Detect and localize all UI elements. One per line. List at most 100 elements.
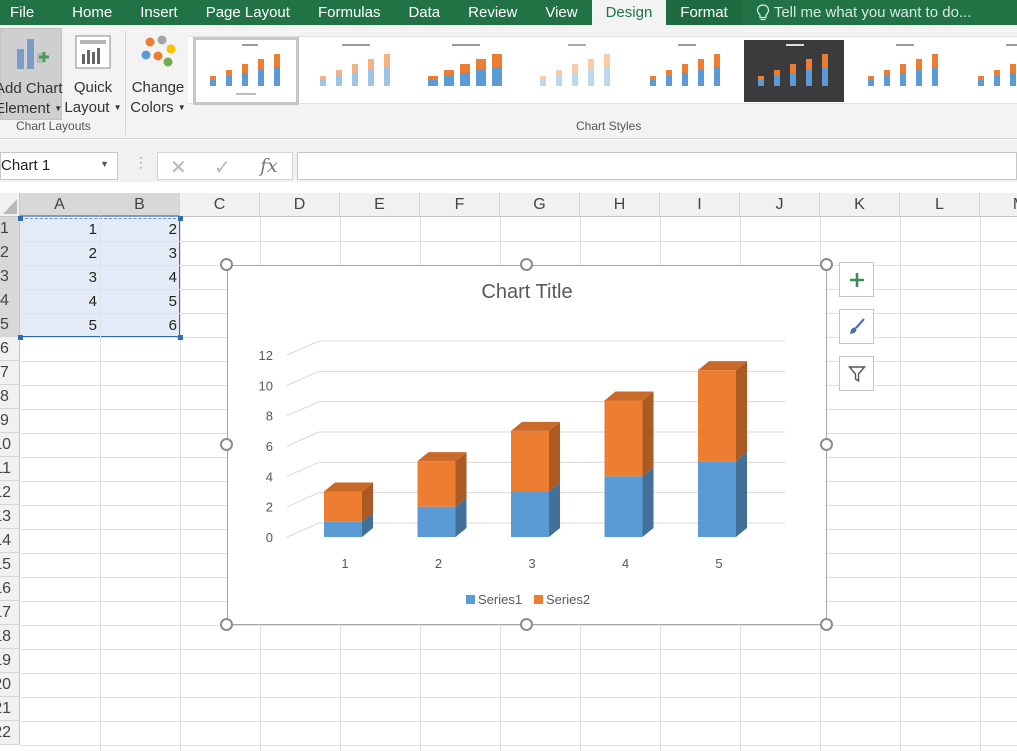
row-header-16[interactable]: 16 — [0, 577, 20, 601]
chart-object[interactable]: Chart Title 0 2 4 6 8 10 12 1 2 3 4 5 Series1 Series2 — [227, 265, 827, 625]
tab-view[interactable]: View — [531, 0, 591, 25]
row-header-15[interactable]: 15 — [0, 553, 20, 577]
tab-page-layout[interactable]: Page Layout — [192, 0, 304, 25]
row-header-21[interactable]: 21 — [0, 697, 20, 721]
column-header-h[interactable]: H — [580, 193, 660, 217]
chart-resize-handle[interactable] — [520, 258, 533, 271]
chart-gridline-side — [286, 401, 320, 417]
row-header-3[interactable]: 3 — [0, 265, 20, 289]
chart-styles-button[interactable] — [839, 309, 874, 344]
cell-b2[interactable]: 3 — [100, 242, 180, 266]
row-header-2[interactable]: 2 — [0, 241, 20, 265]
cell-a2[interactable]: 2 — [20, 242, 100, 266]
tab-home[interactable]: Home — [58, 0, 126, 25]
chart-style-1-preview — [210, 44, 280, 95]
row-header-10[interactable]: 10 — [0, 433, 20, 457]
tell-me-search[interactable]: Tell me what you want to do... — [742, 0, 971, 25]
column-header-i[interactable]: I — [660, 193, 740, 217]
change-colors-button[interactable]: Change Colors ▼ — [130, 28, 186, 120]
formula-input[interactable] — [297, 152, 1017, 180]
row-header-18[interactable]: 18 — [0, 625, 20, 649]
selection-handle[interactable] — [18, 335, 23, 340]
row-header-13[interactable]: 13 — [0, 505, 20, 529]
cell-a1[interactable]: 1 — [20, 218, 100, 242]
chart-filters-button[interactable] — [839, 356, 874, 391]
cell-a3[interactable]: 3 — [20, 266, 100, 290]
chart-resize-handle[interactable] — [220, 258, 233, 271]
chart-style-5[interactable] — [636, 40, 736, 102]
tab-design[interactable]: Design — [591, 0, 667, 25]
tab-file[interactable]: File — [0, 0, 58, 25]
column-header-j[interactable]: J — [740, 193, 820, 217]
row-header-19[interactable]: 19 — [0, 649, 20, 673]
column-header-d[interactable]: D — [260, 193, 340, 217]
name-box[interactable]: Chart 1 ▼ — [0, 152, 118, 180]
column-header-a[interactable]: A — [20, 193, 100, 217]
add-chart-element-button[interactable]: Add Chart Element ▼ — [0, 28, 63, 120]
selection-handle[interactable] — [18, 216, 23, 221]
chart-resize-handle[interactable] — [220, 618, 233, 631]
row-header-8[interactable]: 8 — [0, 385, 20, 409]
cell-b3[interactable]: 4 — [100, 266, 180, 290]
chart-resize-handle[interactable] — [820, 618, 833, 631]
chart-style-2[interactable] — [306, 40, 406, 102]
ribbon-divider — [125, 31, 126, 135]
row-header-9[interactable]: 9 — [0, 409, 20, 433]
tab-review[interactable]: Review — [454, 0, 531, 25]
quick-layout-button[interactable]: Quick Layout ▼ — [64, 28, 122, 120]
row-header-5[interactable]: 5 — [0, 313, 20, 337]
chart-style-4[interactable] — [526, 40, 626, 102]
bar-series2-1 — [324, 491, 362, 522]
chart-resize-handle[interactable] — [820, 438, 833, 451]
cell-a5[interactable]: 5 — [20, 314, 100, 338]
row-header-20[interactable]: 20 — [0, 673, 20, 697]
chart-resize-handle[interactable] — [520, 618, 533, 631]
bar-series1-4 — [604, 476, 643, 537]
column-header-g[interactable]: G — [500, 193, 580, 217]
tab-format[interactable]: Format — [666, 0, 742, 25]
chart-style-7[interactable] — [854, 40, 954, 102]
chevron-down-icon[interactable]: ▼ — [100, 159, 109, 169]
row-header-4[interactable]: 4 — [0, 289, 20, 313]
insert-function-icon[interactable]: fx — [260, 155, 278, 177]
row-header-6[interactable]: 6 — [0, 337, 20, 361]
tab-formulas[interactable]: Formulas — [304, 0, 395, 25]
column-header-k[interactable]: K — [820, 193, 900, 217]
cancel-icon[interactable]: ✕ — [170, 155, 187, 180]
cell-b1[interactable]: 2 — [100, 218, 180, 242]
column-header-m[interactable]: M — [980, 193, 1017, 217]
column-header-e[interactable]: E — [340, 193, 420, 217]
chart-style-1[interactable] — [193, 37, 299, 105]
tab-insert[interactable]: Insert — [126, 0, 192, 25]
chart-resize-handle[interactable] — [820, 258, 833, 271]
column-header-b[interactable]: B — [100, 193, 180, 217]
chart-gridline-side — [286, 370, 320, 386]
row-header-1[interactable]: 1 — [0, 217, 20, 241]
column-header-l[interactable]: L — [900, 193, 980, 217]
chart-title[interactable]: Chart Title — [228, 281, 826, 304]
grid-row-line — [20, 673, 1017, 674]
row-header-14[interactable]: 14 — [0, 529, 20, 553]
chart-style-8[interactable] — [964, 40, 1017, 102]
check-icon[interactable]: ✓ — [214, 155, 231, 180]
selection-handle[interactable] — [178, 335, 183, 340]
selection-handle[interactable] — [178, 216, 183, 221]
row-header-7[interactable]: 7 — [0, 361, 20, 385]
chevron-down-icon: ▼ — [54, 104, 63, 114]
row-header-22[interactable]: 22 — [0, 721, 20, 745]
chart-elements-button[interactable] — [839, 262, 874, 297]
cell-b5[interactable]: 6 — [100, 314, 180, 338]
row-header-11[interactable]: 11 — [0, 457, 20, 481]
select-all-corner[interactable] — [0, 193, 20, 217]
column-header-c[interactable]: C — [180, 193, 260, 217]
tab-data[interactable]: Data — [394, 0, 454, 25]
chart-style-5-preview — [650, 44, 720, 86]
row-header-17[interactable]: 17 — [0, 601, 20, 625]
chart-resize-handle[interactable] — [220, 438, 233, 451]
chart-style-3[interactable] — [416, 40, 516, 102]
row-header-12[interactable]: 12 — [0, 481, 20, 505]
cell-a4[interactable]: 4 — [20, 290, 100, 314]
cell-b4[interactable]: 5 — [100, 290, 180, 314]
column-header-f[interactable]: F — [420, 193, 500, 217]
chart-style-6[interactable] — [744, 40, 844, 102]
